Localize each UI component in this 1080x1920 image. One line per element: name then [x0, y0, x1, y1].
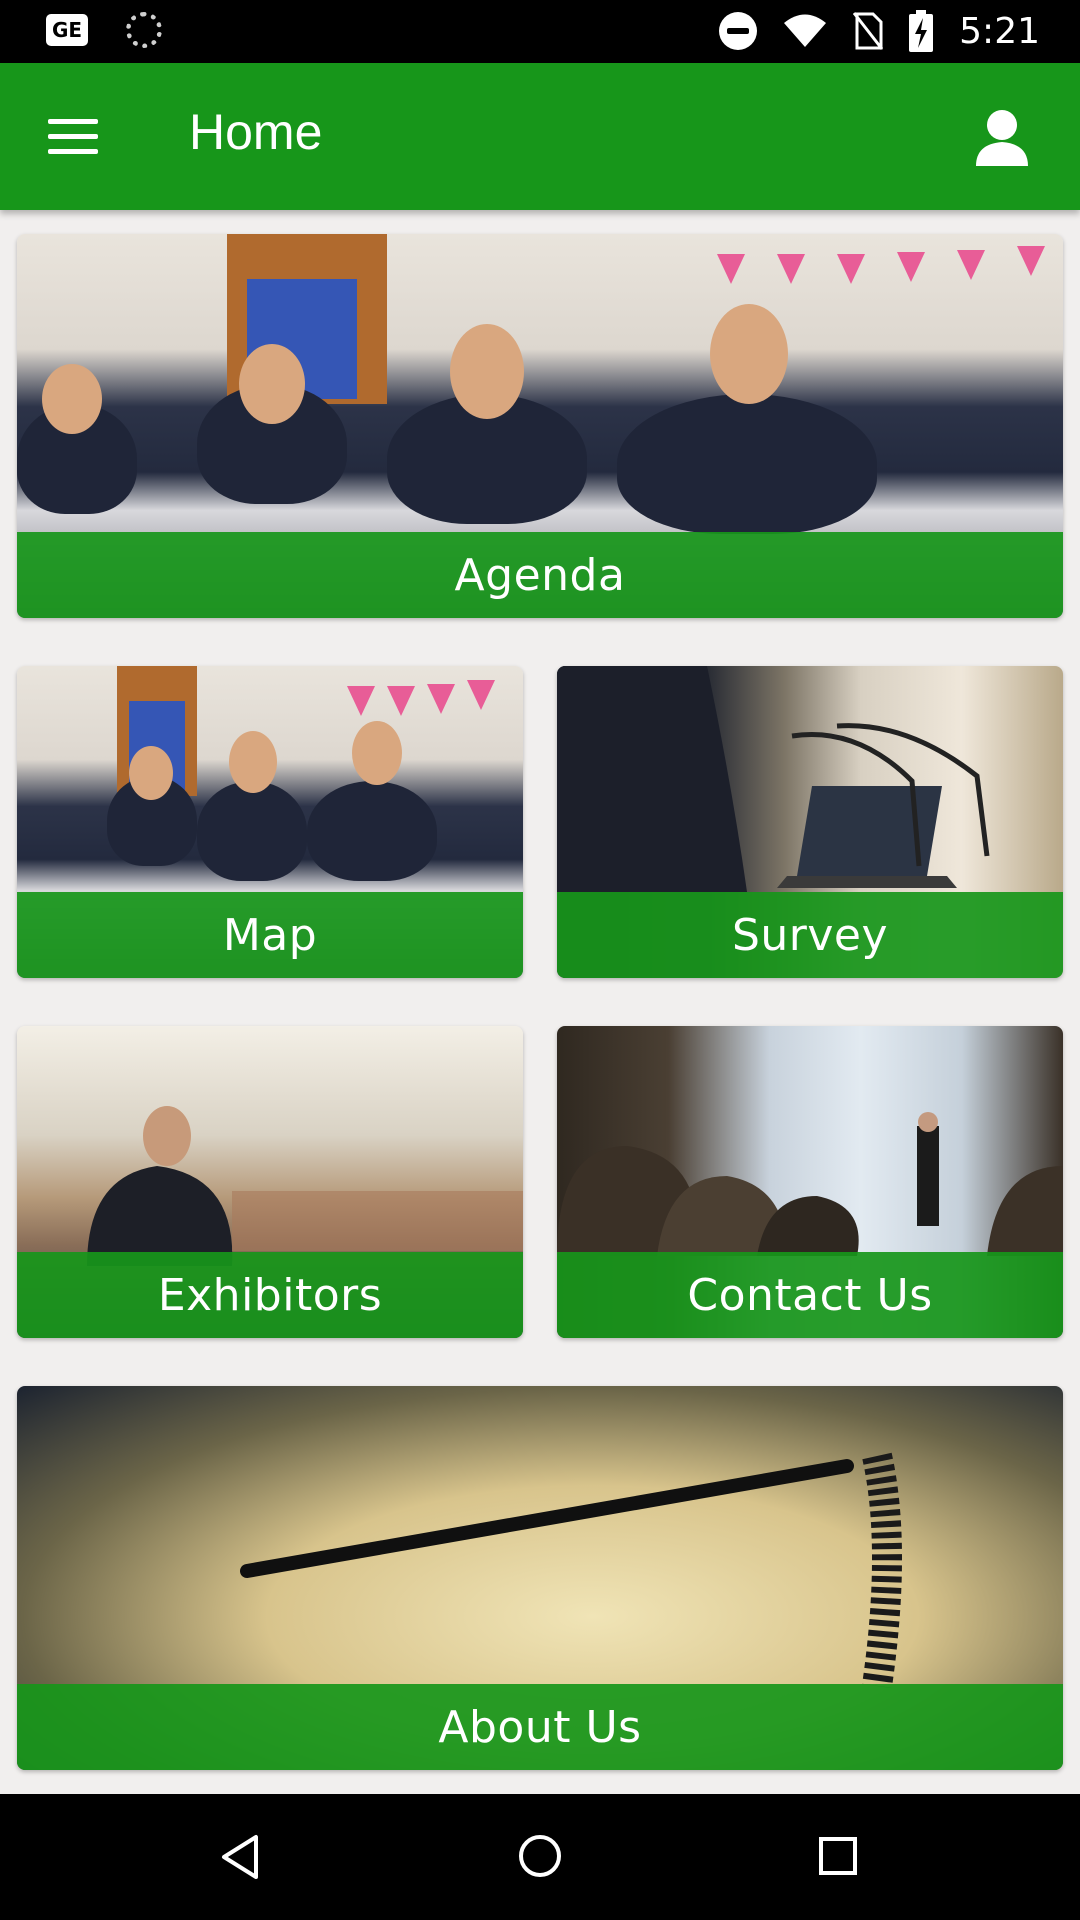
tile-exhibitors[interactable]: Exhibitors — [17, 1026, 523, 1338]
tile-label: Contact Us — [557, 1252, 1063, 1338]
dnd-icon — [719, 12, 758, 50]
clock: 5:21 — [959, 10, 1040, 52]
tile-contact-us[interactable]: Contact Us — [557, 1026, 1063, 1338]
tile-survey[interactable]: Survey — [557, 666, 1063, 978]
status-bar: GE 5:21 — [0, 0, 1080, 63]
ge-icon: GE — [46, 14, 88, 46]
tile-agenda[interactable]: Agenda — [17, 234, 1063, 618]
battery-charging-icon — [909, 10, 934, 52]
back-icon[interactable] — [220, 1834, 260, 1880]
page-title: Home — [189, 104, 323, 160]
menu-icon[interactable] — [48, 119, 98, 155]
no-sim-icon — [853, 12, 884, 50]
tile-label: About Us — [17, 1684, 1063, 1770]
recents-icon[interactable] — [818, 1836, 858, 1876]
tile-map[interactable]: Map — [17, 666, 523, 978]
profile-icon[interactable] — [974, 108, 1030, 166]
sync-icon — [126, 12, 162, 48]
tile-about-us[interactable]: About Us — [17, 1386, 1063, 1770]
home-icon[interactable] — [518, 1834, 562, 1878]
app-bar: Home — [0, 63, 1080, 210]
tile-label: Agenda — [17, 532, 1063, 618]
navigation-bar — [0, 1794, 1080, 1920]
tile-label: Map — [17, 892, 523, 978]
wifi-icon — [784, 14, 827, 47]
tile-label: Survey — [557, 892, 1063, 978]
tile-label: Exhibitors — [17, 1252, 523, 1338]
